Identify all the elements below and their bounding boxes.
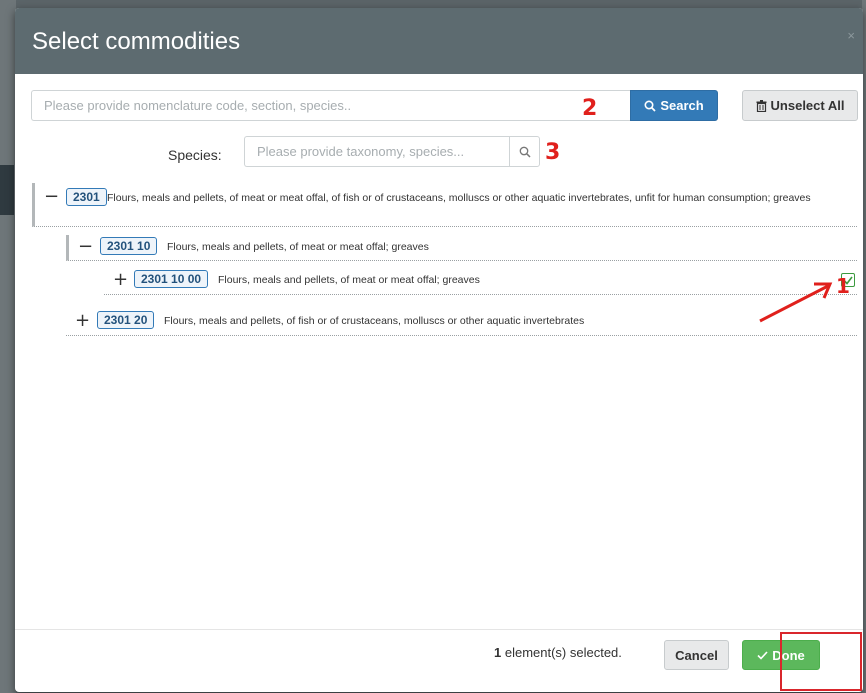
backdrop-dark-block	[0, 165, 14, 215]
expand-toggle[interactable]: +	[113, 271, 128, 289]
cancel-button[interactable]: Cancel	[664, 640, 729, 670]
nomenclature-search-input[interactable]	[31, 90, 630, 121]
node-description: Flours, meals and pellets, of meat or me…	[218, 274, 480, 286]
annotation-arrow	[759, 282, 833, 323]
code-badge[interactable]: 2301 10	[100, 237, 158, 255]
selection-status: 1 element(s) selected.	[494, 645, 622, 660]
search-icon	[519, 146, 531, 158]
tree-node-2301-20: + 2301 20 Flours, meals and pellets, of …	[66, 308, 857, 336]
modal-footer	[15, 629, 863, 692]
annotation-2: 2	[582, 96, 598, 121]
code-badge[interactable]: 2301 20	[97, 311, 155, 329]
tree-node-2301-10-00: + 2301 10 00 Flours, meals and pellets, …	[104, 267, 857, 295]
backdrop-page	[0, 0, 16, 693]
modal-header: Select commodities ×	[15, 8, 863, 74]
unselect-all-label: Unselect All	[770, 98, 845, 113]
tree-node-2301: − 2301 Flours, meals and pellets, of mea…	[32, 183, 857, 227]
annotation-highlight-box	[780, 632, 862, 691]
collapse-toggle[interactable]: −	[78, 238, 93, 256]
code-badge[interactable]: 2301 10 00	[134, 270, 209, 288]
search-button[interactable]: Search	[630, 90, 718, 121]
species-input[interactable]	[244, 136, 509, 167]
annotation-3: 3	[545, 140, 561, 165]
select-commodities-modal: Select commodities × Search Unselect All…	[15, 8, 863, 692]
tree-node-2301-10: − 2301 10 Flours, meals and pellets, of …	[66, 235, 857, 261]
close-button[interactable]: ×	[847, 28, 855, 43]
selected-suffix: element(s) selected.	[501, 645, 622, 660]
trash-icon	[756, 99, 767, 112]
search-icon	[644, 99, 656, 112]
modal-title: Select commodities	[32, 28, 241, 55]
search-button-label: Search	[660, 98, 704, 113]
unselect-all-button[interactable]: Unselect All	[742, 90, 858, 121]
node-description: Flours, meals and pellets, of fish or of…	[164, 315, 585, 327]
node-description: Flours, meals and pellets, of meat or me…	[107, 192, 811, 204]
expand-toggle[interactable]: +	[75, 312, 90, 330]
species-search-button[interactable]	[509, 136, 540, 167]
check-icon	[757, 650, 768, 660]
species-label: Species:	[168, 147, 222, 163]
node-description: Flours, meals and pellets, of meat or me…	[167, 241, 429, 253]
